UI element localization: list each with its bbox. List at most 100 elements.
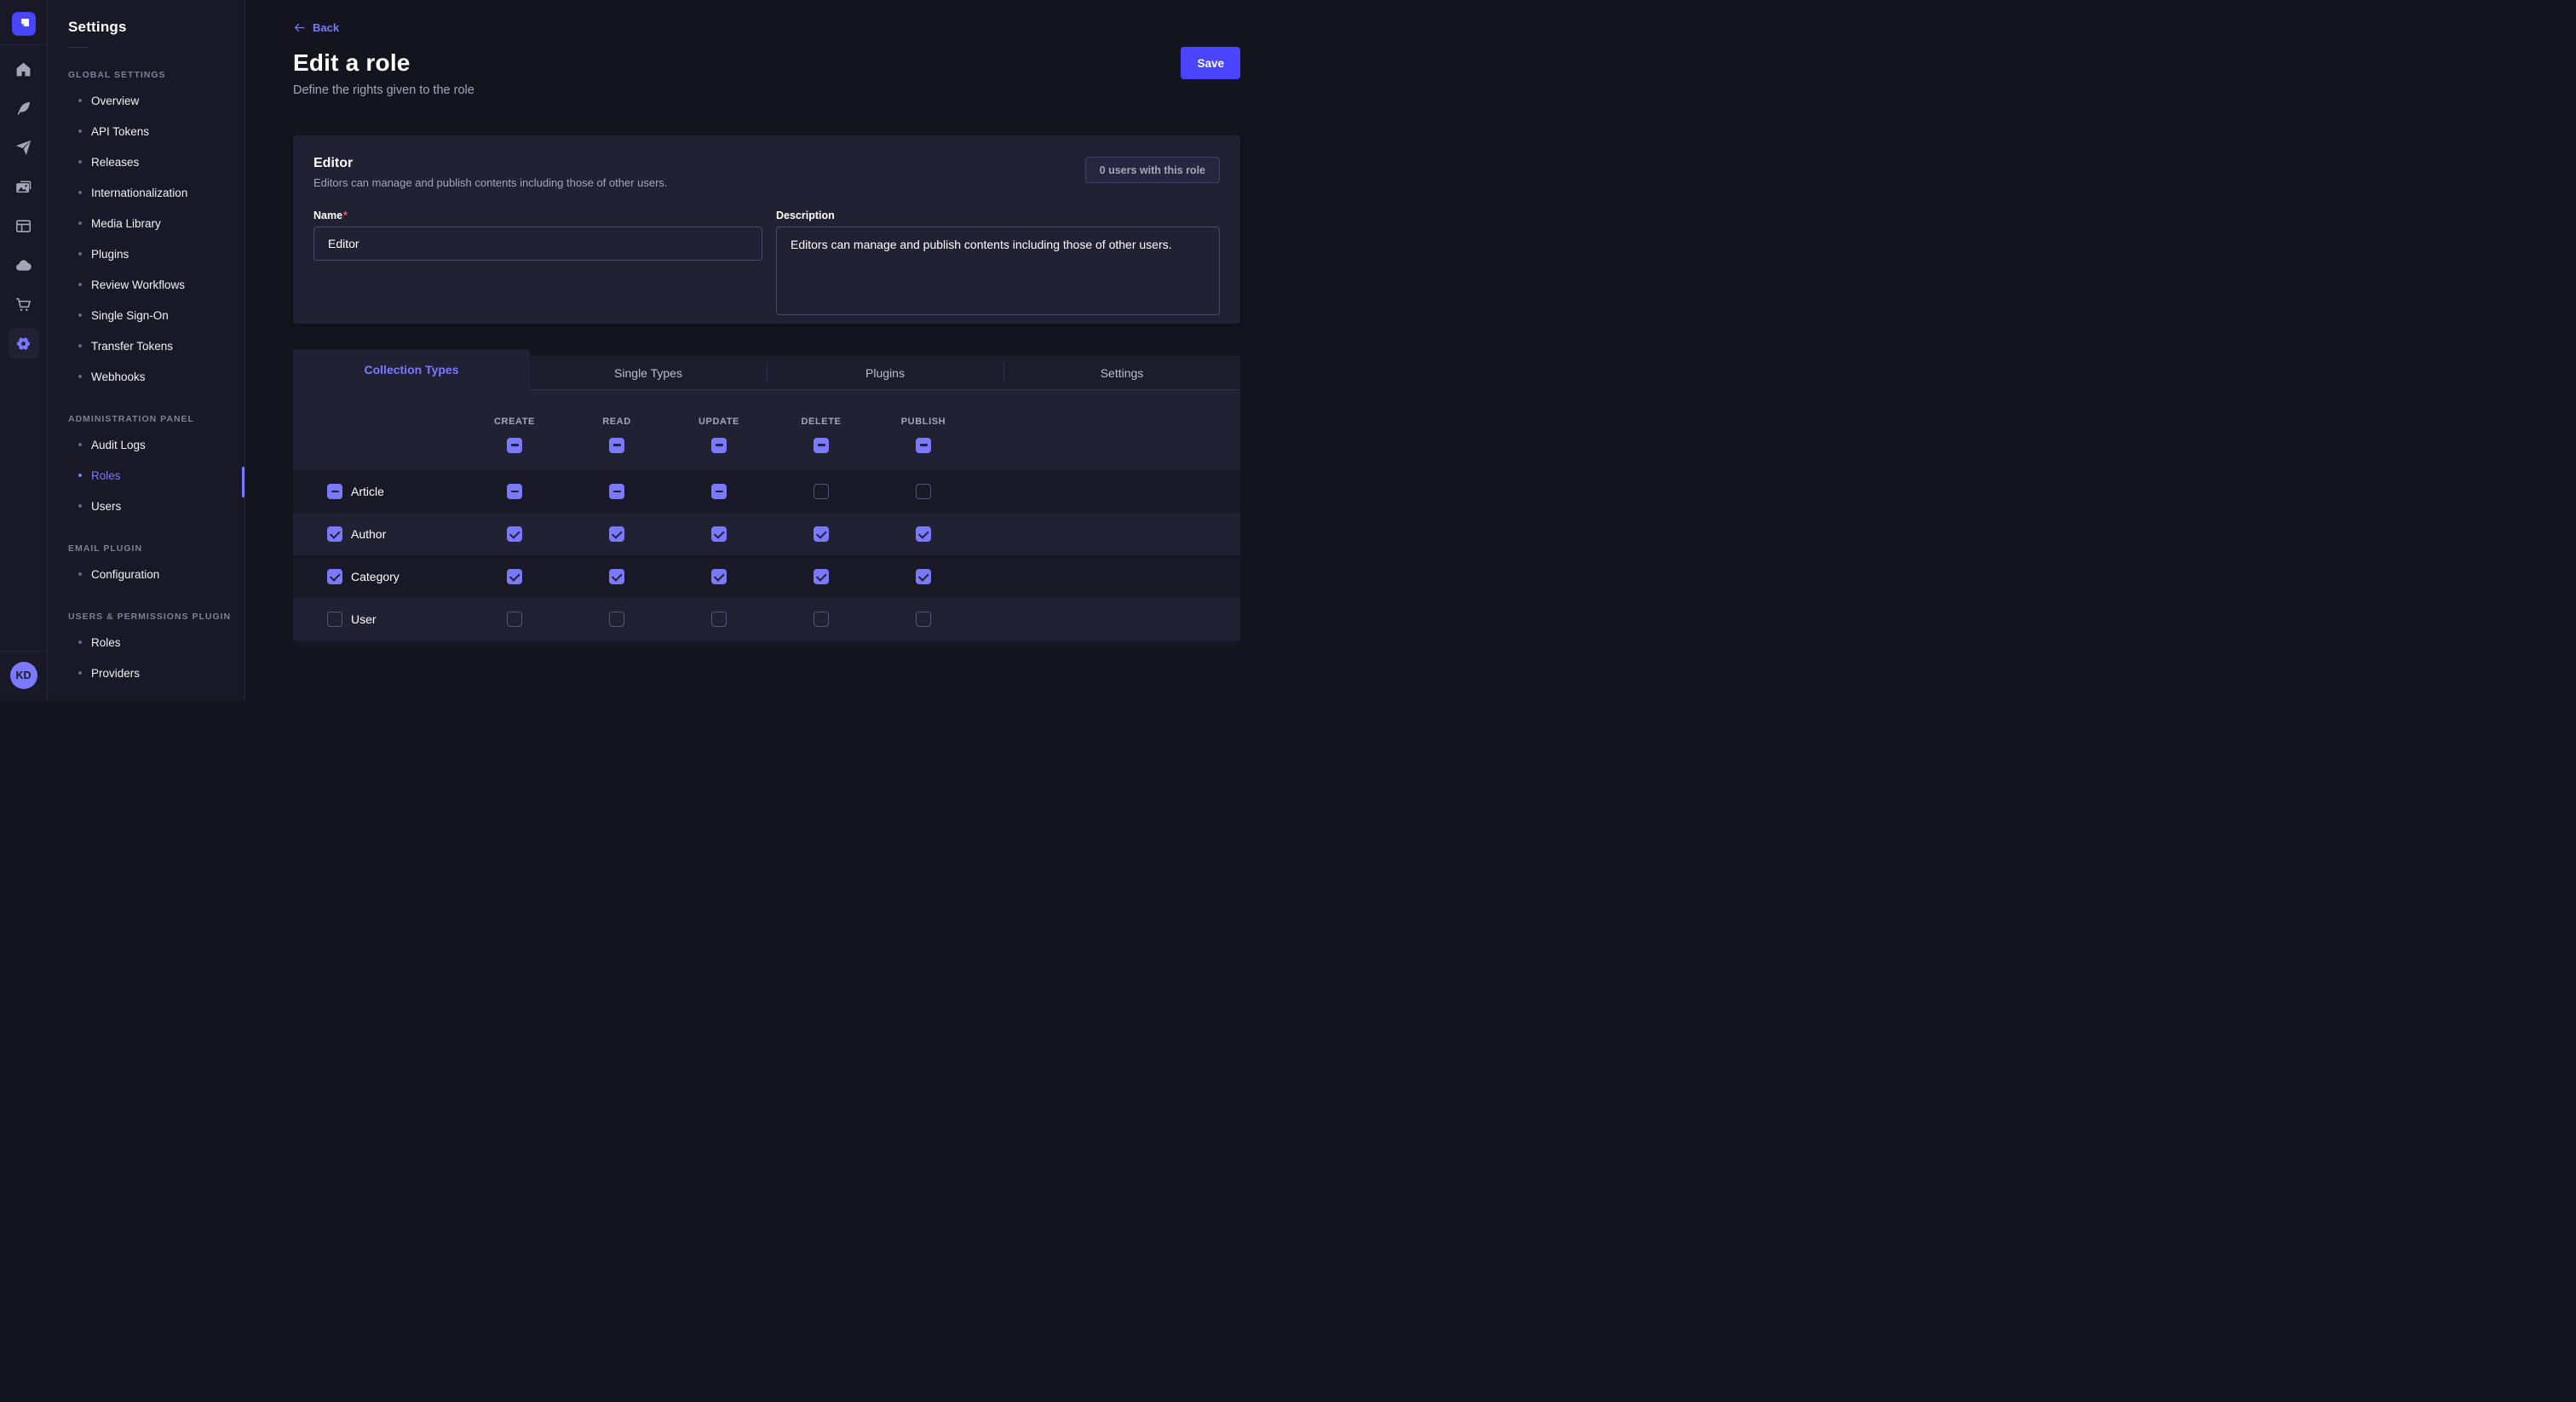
checkbox-article-delete[interactable] bbox=[814, 484, 829, 499]
sidebar-item-review-workflows[interactable]: Review Workflows bbox=[68, 269, 244, 300]
sidebar-item-roles[interactable]: Roles bbox=[68, 460, 244, 491]
master-checkbox-delete[interactable] bbox=[814, 438, 829, 453]
master-checkbox-create[interactable] bbox=[507, 438, 522, 453]
checkbox-author-delete[interactable] bbox=[814, 526, 829, 542]
sidebar-item-providers[interactable]: Providers bbox=[68, 658, 244, 688]
checkbox-user-create[interactable] bbox=[507, 612, 522, 627]
sidebar-item-label: Audit Logs bbox=[91, 439, 146, 451]
rail-item-home[interactable] bbox=[9, 54, 39, 84]
bullet-dot bbox=[78, 443, 82, 446]
description-input[interactable]: Editors can manage and publish contents … bbox=[776, 227, 1220, 315]
sidebar-item-webhooks[interactable]: Webhooks bbox=[68, 361, 244, 392]
sidebar-item-transfer-tokens[interactable]: Transfer Tokens bbox=[68, 330, 244, 361]
checkbox-author-update[interactable] bbox=[711, 526, 727, 542]
bullet-dot bbox=[78, 252, 82, 256]
layout-icon bbox=[14, 217, 32, 235]
description-field-group: Description Editors can manage and publi… bbox=[776, 210, 1220, 315]
row-checkbox-author[interactable] bbox=[327, 526, 342, 542]
rail-item-cart[interactable] bbox=[9, 289, 39, 319]
column-label: CREATE bbox=[494, 417, 535, 427]
checkbox-article-create[interactable] bbox=[507, 484, 522, 499]
cloud-icon bbox=[14, 256, 32, 274]
tab-plugins[interactable]: Plugins bbox=[767, 356, 1003, 390]
rail-item-layout[interactable] bbox=[9, 210, 39, 241]
sidebar-item-internationalization[interactable]: Internationalization bbox=[68, 177, 244, 208]
sidebar-item-api-tokens[interactable]: API Tokens bbox=[68, 116, 244, 147]
settings-sidebar: Settings GLOBAL SETTINGSOverviewAPI Toke… bbox=[48, 0, 245, 701]
sidebar-item-label: Media Library bbox=[91, 217, 161, 230]
checkbox-author-publish[interactable] bbox=[916, 526, 931, 542]
sidebar-item-label: Webhooks bbox=[91, 371, 146, 383]
strapi-logo[interactable] bbox=[12, 12, 36, 36]
rail-item-feather[interactable] bbox=[9, 93, 39, 124]
rail-item-cloud[interactable] bbox=[9, 250, 39, 280]
avatar[interactable]: KD bbox=[10, 662, 37, 689]
permission-cell bbox=[770, 484, 872, 499]
page-subtitle: Define the rights given to the role bbox=[293, 83, 1240, 97]
checkbox-category-update[interactable] bbox=[711, 569, 727, 584]
sidebar-item-media-library[interactable]: Media Library bbox=[68, 208, 244, 238]
tab-single-types[interactable]: Single Types bbox=[530, 356, 767, 390]
bullet-dot bbox=[78, 474, 82, 477]
checkbox-article-read[interactable] bbox=[609, 484, 624, 499]
master-checkbox-read[interactable] bbox=[609, 438, 624, 453]
permission-cell bbox=[872, 569, 975, 584]
name-input[interactable] bbox=[313, 227, 762, 261]
permission-cell bbox=[566, 569, 668, 584]
rail-item-paper-plane[interactable] bbox=[9, 132, 39, 163]
strapi-logo-icon bbox=[12, 12, 36, 36]
permission-cell bbox=[872, 612, 975, 627]
save-button[interactable]: Save bbox=[1181, 47, 1240, 79]
sidebar-item-overview[interactable]: Overview bbox=[68, 85, 244, 116]
master-checkbox-update[interactable] bbox=[711, 438, 727, 453]
bullet-dot bbox=[78, 129, 82, 133]
sidebar-item-label: Single Sign-On bbox=[91, 309, 169, 322]
checkbox-category-delete[interactable] bbox=[814, 569, 829, 584]
checkbox-author-create[interactable] bbox=[507, 526, 522, 542]
sidebar-item-users[interactable]: Users bbox=[68, 491, 244, 521]
checkbox-user-update[interactable] bbox=[711, 612, 727, 627]
sidebar-item-label: Releases bbox=[91, 156, 139, 169]
tab-settings[interactable]: Settings bbox=[1003, 356, 1240, 390]
checkbox-article-publish[interactable] bbox=[916, 484, 931, 499]
entity-cell: User bbox=[293, 612, 463, 627]
row-checkbox-user[interactable] bbox=[327, 612, 342, 627]
rail-item-gear[interactable] bbox=[9, 328, 39, 359]
checkbox-category-create[interactable] bbox=[507, 569, 522, 584]
table-row-category: Category bbox=[293, 555, 1240, 598]
checkbox-author-read[interactable] bbox=[609, 526, 624, 542]
row-checkbox-article[interactable] bbox=[327, 484, 342, 499]
permission-cell bbox=[566, 612, 668, 627]
tab-collection-types[interactable]: Collection Types bbox=[293, 349, 530, 390]
sidebar-item-releases[interactable]: Releases bbox=[68, 147, 244, 177]
permission-cell bbox=[668, 612, 770, 627]
sidebar-item-label: Configuration bbox=[91, 568, 159, 581]
home-icon bbox=[14, 60, 32, 78]
checkbox-category-read[interactable] bbox=[609, 569, 624, 584]
entity-label: Author bbox=[351, 527, 386, 541]
checkbox-user-read[interactable] bbox=[609, 612, 624, 627]
checkbox-user-delete[interactable] bbox=[814, 612, 829, 627]
master-checkbox-publish[interactable] bbox=[916, 438, 931, 453]
sidebar-title-rule bbox=[68, 47, 89, 48]
section-header: GLOBAL SETTINGS bbox=[68, 70, 244, 80]
column-header-update: UPDATE bbox=[668, 417, 770, 453]
checkbox-category-publish[interactable] bbox=[916, 569, 931, 584]
back-link[interactable]: Back bbox=[293, 21, 339, 34]
entity-cell: Article bbox=[293, 484, 463, 499]
checkbox-user-publish[interactable] bbox=[916, 612, 931, 627]
permission-cell bbox=[463, 569, 566, 584]
permissions-header-row: CREATEREADUPDATEDELETEPUBLISH bbox=[293, 390, 1240, 470]
bullet-dot bbox=[78, 572, 82, 576]
sidebar-item-audit-logs[interactable]: Audit Logs bbox=[68, 429, 244, 460]
sidebar-item-label: API Tokens bbox=[91, 125, 149, 138]
sidebar-item-configuration[interactable]: Configuration bbox=[68, 559, 244, 589]
checkbox-article-update[interactable] bbox=[711, 484, 727, 499]
section-header: USERS & PERMISSIONS PLUGIN bbox=[68, 612, 244, 622]
rail-item-media[interactable] bbox=[9, 171, 39, 202]
sidebar-item-single-sign-on[interactable]: Single Sign-On bbox=[68, 300, 244, 330]
main-content: Back Edit a role Define the rights given… bbox=[245, 0, 1288, 701]
sidebar-item-roles[interactable]: Roles bbox=[68, 627, 244, 658]
row-checkbox-category[interactable] bbox=[327, 569, 342, 584]
sidebar-item-plugins[interactable]: Plugins bbox=[68, 238, 244, 269]
